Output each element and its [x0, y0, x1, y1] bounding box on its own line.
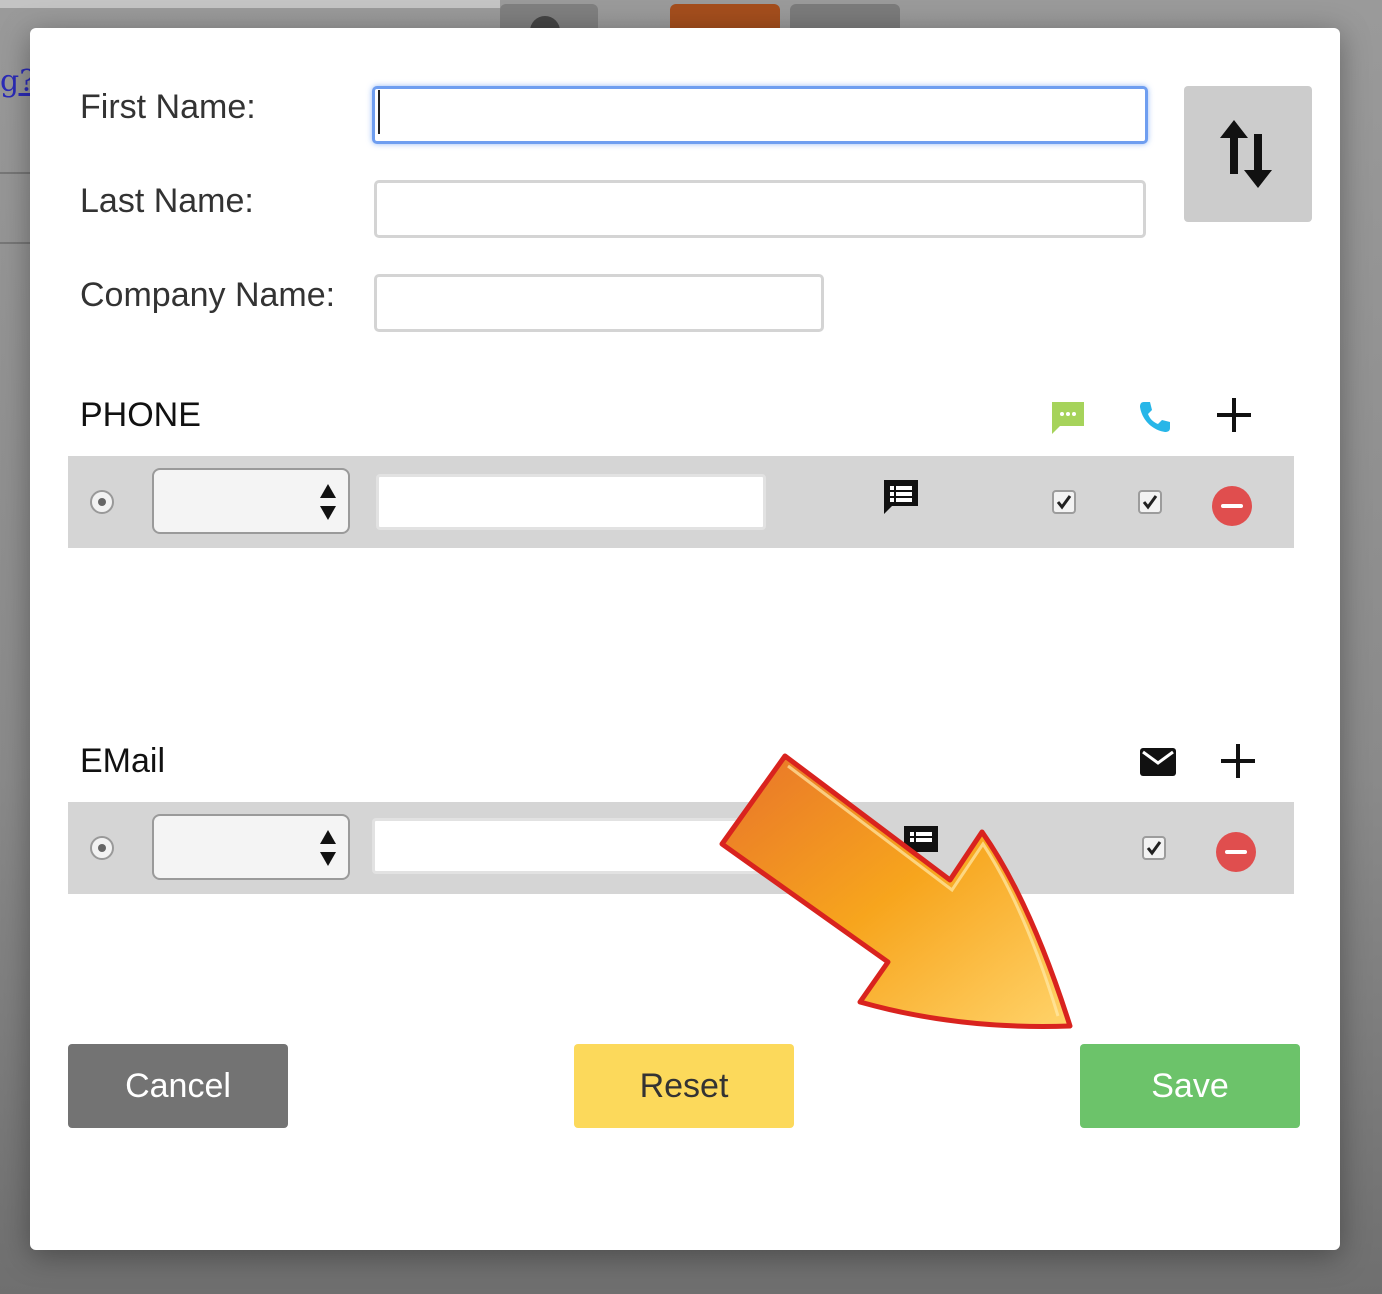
background-divider	[0, 242, 30, 244]
select-updown-icon	[320, 830, 336, 866]
reset-button[interactable]: Reset	[574, 1044, 794, 1128]
remove-email-button[interactable]	[1216, 832, 1256, 872]
first-name-label: First Name:	[80, 88, 256, 126]
email-type-select[interactable]	[152, 814, 350, 880]
phone-call-checkbox[interactable]	[1138, 490, 1162, 514]
checkmark-icon	[1146, 841, 1162, 856]
phone-note-icon[interactable]	[882, 478, 920, 516]
remove-phone-button[interactable]	[1212, 486, 1252, 526]
phone-type-select[interactable]	[152, 468, 350, 534]
envelope-icon[interactable]	[1140, 748, 1176, 776]
last-name-input[interactable]	[374, 180, 1146, 238]
swap-arrows-icon	[1220, 120, 1272, 188]
phone-section-title: PHONE	[80, 396, 201, 434]
phone-icon[interactable]	[1138, 400, 1172, 434]
email-section-title: EMail	[80, 742, 166, 780]
checkmark-icon	[1056, 495, 1072, 510]
phone-row	[68, 456, 1294, 548]
checkmark-icon	[1142, 495, 1158, 510]
add-phone-plus-icon[interactable]	[1217, 398, 1251, 432]
cancel-button[interactable]: Cancel	[68, 1044, 288, 1128]
select-updown-icon	[320, 484, 336, 520]
phone-number-input[interactable]	[376, 474, 766, 530]
last-name-label: Last Name:	[80, 182, 254, 220]
company-name-input[interactable]	[374, 274, 824, 332]
text-caret	[378, 90, 380, 134]
email-primary-radio[interactable]	[90, 836, 114, 860]
email-note-icon[interactable]	[902, 824, 940, 862]
phone-sms-checkbox[interactable]	[1052, 490, 1076, 514]
first-name-input[interactable]	[372, 86, 1148, 144]
email-row	[68, 802, 1294, 894]
add-email-plus-icon[interactable]	[1221, 744, 1255, 778]
contact-dialog: First Name: Last Name: Company Name: PHO…	[30, 28, 1340, 1250]
sms-icon[interactable]	[1050, 400, 1086, 436]
save-button[interactable]: Save	[1080, 1044, 1300, 1128]
phone-primary-radio[interactable]	[90, 490, 114, 514]
company-name-label: Company Name:	[80, 276, 336, 314]
email-send-checkbox[interactable]	[1142, 836, 1166, 860]
background-divider	[0, 172, 30, 174]
email-address-input[interactable]	[372, 818, 852, 874]
swap-names-button[interactable]	[1184, 86, 1312, 222]
background-toolbar	[0, 0, 500, 8]
